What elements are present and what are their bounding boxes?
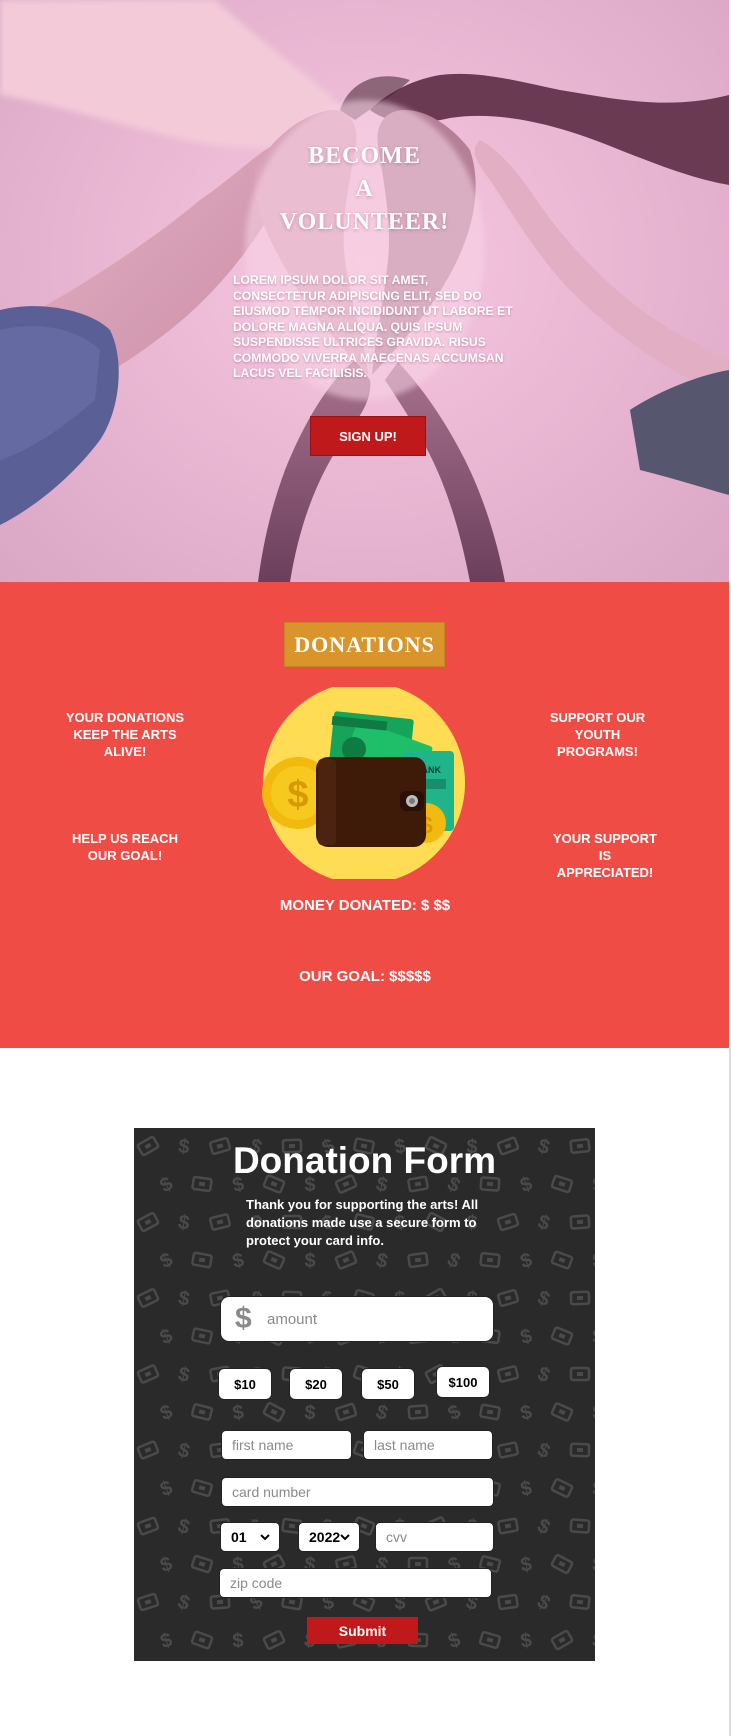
- last-name-input[interactable]: [363, 1430, 493, 1460]
- preset-amount-20-button[interactable]: $20: [289, 1368, 343, 1400]
- expiry-month-select[interactable]: 01: [220, 1522, 280, 1552]
- hero-title-line: BECOME: [308, 143, 421, 169]
- svg-text:$: $: [373, 1401, 391, 1425]
- wallet-icon: $ BANK $: [262, 687, 465, 879]
- svg-text:$: $: [518, 1249, 535, 1273]
- svg-text:$: $: [175, 1591, 193, 1615]
- expiry-year-value: 2022: [309, 1529, 341, 1545]
- svg-text:$: $: [177, 1211, 191, 1234]
- signup-button[interactable]: SIGN UP!: [310, 416, 426, 456]
- donation-goal: OUR GOAL: $$$$$: [299, 968, 431, 985]
- svg-text:$: $: [534, 1515, 554, 1540]
- amount-field: $: [220, 1296, 494, 1342]
- svg-text:$: $: [591, 1629, 595, 1652]
- svg-text:$: $: [176, 1287, 191, 1311]
- svg-text:$: $: [591, 1554, 595, 1577]
- volunteer-hero: BECOME A VOLUNTEER! LOREM IPSUM DOLOR SI…: [0, 0, 729, 582]
- svg-text:$: $: [176, 1439, 192, 1463]
- preset-amount-100-button[interactable]: $100: [436, 1366, 490, 1398]
- expiry-year-select[interactable]: 2022: [298, 1522, 360, 1552]
- svg-text:$: $: [157, 1477, 175, 1502]
- donation-note: YOUR SUPPORT IS APPRECIATED!: [552, 831, 657, 880]
- svg-text:$: $: [232, 1630, 244, 1653]
- donation-note: HELP US REACH OUR GOAL!: [72, 831, 178, 863]
- donation-note: SUPPORT OUR YOUTH PROGRAMS!: [549, 710, 646, 759]
- donation-form: $ $ $ $ $ $ $ $ $ $ $ $ $ $ $ $ $ $ $ $ $ $ $ $ $ $ $ $ $ $ $ $ $ $ $ $ $ $ $ $…: [134, 1128, 595, 1661]
- svg-text:$: $: [519, 1477, 534, 1501]
- svg-text:$: $: [592, 1250, 595, 1273]
- svg-text:$: $: [445, 1401, 465, 1426]
- page: BECOME A VOLUNTEER! LOREM IPSUM DOLOR SI…: [0, 0, 731, 1736]
- svg-text:$: $: [157, 1401, 176, 1426]
- chevron-down-icon: [260, 1534, 270, 1541]
- preset-amount-10-button[interactable]: $10: [218, 1368, 272, 1400]
- svg-text:$: $: [443, 1249, 463, 1274]
- svg-text:$: $: [535, 1287, 553, 1312]
- preset-amount-50-button[interactable]: $50: [361, 1368, 415, 1400]
- svg-text:$: $: [175, 1515, 192, 1539]
- form-subtitle: Thank you for supporting the arts! All d…: [246, 1197, 479, 1248]
- donations-title: DONATIONS: [284, 622, 445, 667]
- donations-section: DONATIONS YOUR DONATIONS KEEP THE ARTS A…: [0, 582, 729, 1048]
- hero-description: LOREM IPSUM DOLOR SIT AMET, CONSECTETUR …: [233, 273, 513, 380]
- chevron-down-icon: [340, 1534, 350, 1541]
- svg-text:$: $: [445, 1629, 463, 1654]
- svg-text:$: $: [534, 1439, 553, 1464]
- cvv-input[interactable]: [375, 1522, 494, 1552]
- svg-text:$: $: [592, 1478, 595, 1501]
- svg-text:$: $: [519, 1629, 533, 1652]
- money-donated: MONEY DONATED: $ $$: [279, 897, 451, 914]
- dollar-icon: $: [235, 1302, 252, 1335]
- svg-text:$: $: [592, 1326, 595, 1348]
- amount-input[interactable]: [267, 1306, 477, 1332]
- svg-text:$: $: [518, 1325, 534, 1349]
- svg-text:$: $: [304, 1250, 316, 1272]
- svg-text:$: $: [157, 1249, 177, 1274]
- donation-note: YOUR DONATIONS KEEP THE ARTS ALIVE!: [65, 710, 185, 759]
- zip-code-input[interactable]: [219, 1568, 492, 1598]
- hero-title-line: A: [355, 176, 374, 202]
- svg-text:$: $: [230, 1249, 246, 1273]
- svg-text:$: $: [157, 1553, 175, 1577]
- svg-text:$: $: [303, 1402, 316, 1425]
- svg-text:$: $: [535, 1211, 553, 1235]
- svg-text:$: $: [534, 1363, 553, 1388]
- hero-title-line: VOLUNTEER!: [279, 209, 450, 235]
- svg-text:$: $: [231, 1401, 245, 1424]
- svg-text:$: $: [374, 1249, 390, 1273]
- svg-text:$: $: [176, 1363, 192, 1387]
- svg-text:$: $: [287, 774, 308, 816]
- svg-text:$: $: [157, 1325, 176, 1350]
- svg-text:$: $: [592, 1402, 595, 1424]
- form-title: Donation Form: [232, 1140, 497, 1181]
- svg-text:$: $: [518, 1401, 534, 1425]
- submit-button[interactable]: Submit: [307, 1617, 418, 1644]
- svg-text:$: $: [533, 1591, 553, 1616]
- hero-title: BECOME A VOLUNTEER!: [0, 140, 729, 239]
- expiry-month-value: 01: [231, 1529, 247, 1545]
- first-name-input[interactable]: [221, 1430, 352, 1460]
- card-number-input[interactable]: [221, 1477, 494, 1507]
- svg-text:$: $: [519, 1553, 533, 1576]
- svg-text:$: $: [158, 1629, 175, 1653]
